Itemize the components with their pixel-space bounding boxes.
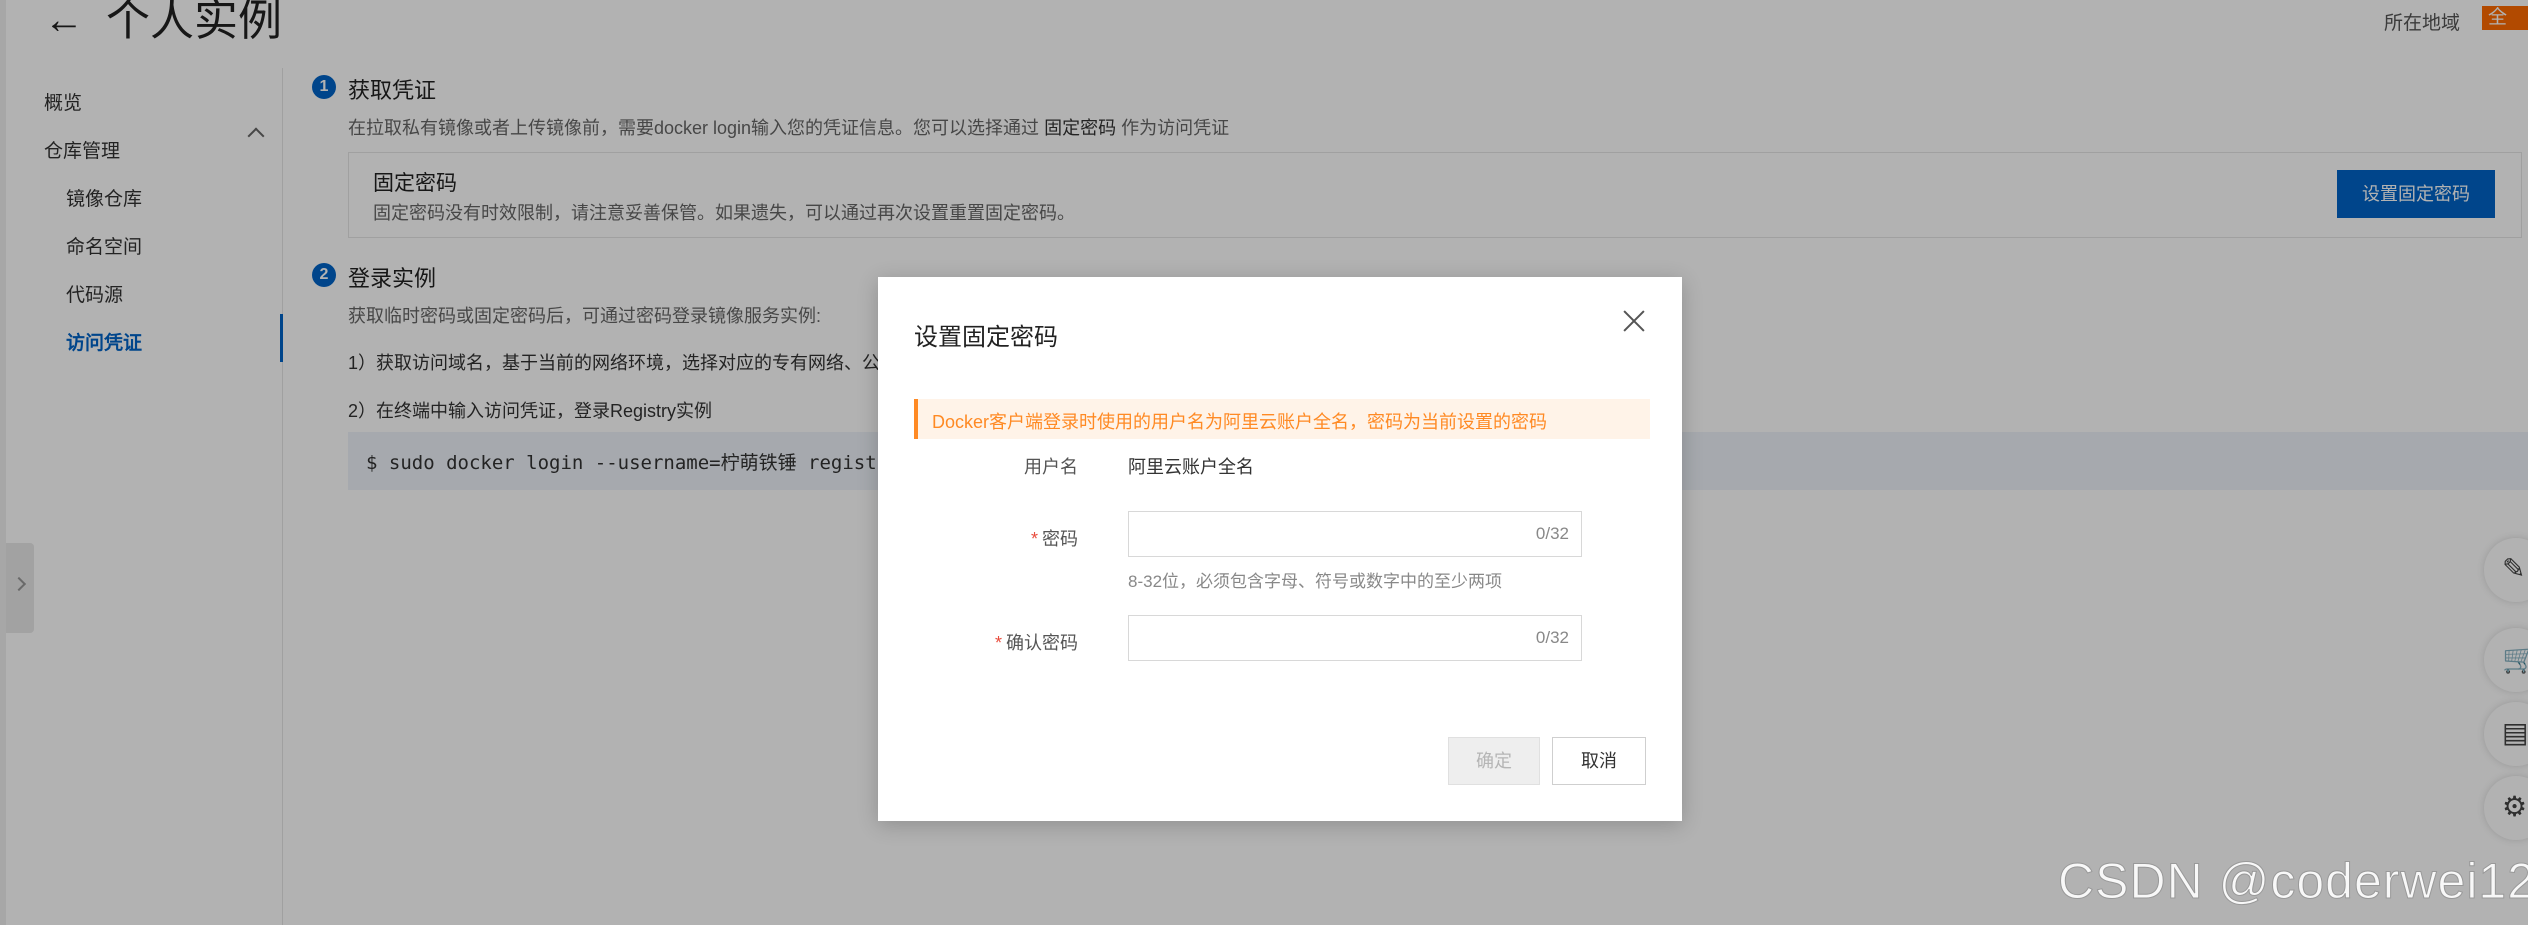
notice-banner: Docker客户端登录时使用的用户名为阿里云账户全名，密码为当前设置的密码 [914, 399, 1650, 439]
notice-text: Docker客户端登录时使用的用户名为阿里云账户全名，密码为当前设置的密码 [932, 412, 1548, 432]
username-value: 阿里云账户全名 [1128, 457, 1254, 477]
confirm-button[interactable]: 确定 [1448, 737, 1540, 785]
cancel-button[interactable]: 取消 [1552, 737, 1646, 785]
close-icon[interactable] [1618, 305, 1650, 337]
confirm-password-counter: 0/32 [1535, 628, 1569, 647]
set-fixed-password-dialog: 设置固定密码 Docker客户端登录时使用的用户名为阿里云账户全名，密码为当前设… [878, 277, 1682, 821]
password-label: * 密码 [1030, 529, 1078, 549]
confirm-password-input[interactable]: 0/32 [1128, 615, 1582, 661]
password-counter: 0/32 [1535, 524, 1569, 543]
password-input[interactable]: 0/32 [1128, 511, 1582, 557]
watermark: CSDN @coderwei123 [2058, 853, 2528, 910]
username-label: 用户名 [1024, 457, 1078, 477]
dialog-title: 设置固定密码 [914, 324, 1058, 351]
password-hint: 8-32位，必须包含字母、符号或数字中的至少两项 [1128, 572, 1503, 591]
confirm-password-label: * 确认密码 [994, 633, 1078, 653]
